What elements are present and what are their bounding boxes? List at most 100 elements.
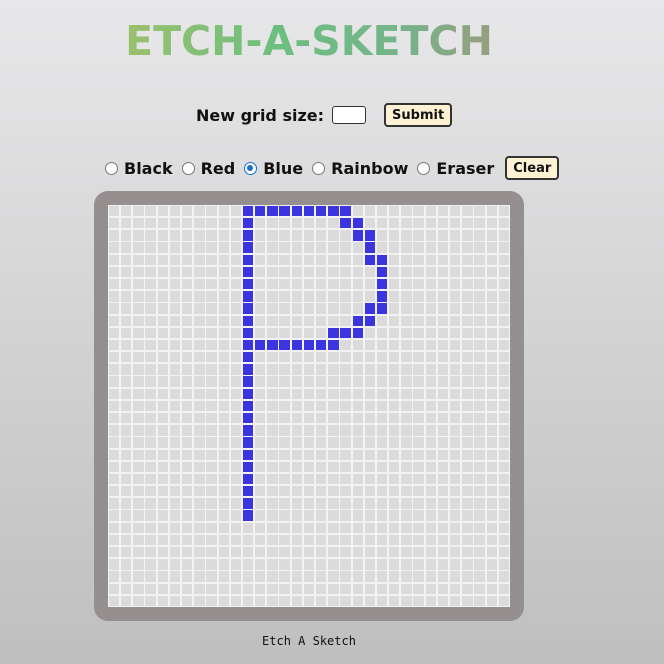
grid-cell[interactable] [352, 534, 363, 546]
grid-cell[interactable] [376, 278, 388, 290]
grid-cell[interactable] [437, 534, 449, 546]
grid-cell[interactable] [389, 461, 400, 473]
grid-cell[interactable] [486, 205, 497, 217]
grid-cell[interactable] [449, 571, 461, 582]
grid-cell[interactable] [218, 376, 229, 387]
grid-cell[interactable] [364, 364, 376, 375]
grid-cell[interactable] [255, 218, 266, 229]
grid-cell[interactable] [486, 546, 497, 558]
grid-cell[interactable] [328, 315, 339, 326]
grid-cell[interactable] [413, 242, 424, 253]
grid-cell[interactable] [279, 242, 290, 253]
grid-cell[interactable] [230, 486, 242, 497]
grid-cell[interactable] [352, 278, 363, 290]
grid-cell[interactable] [279, 291, 290, 302]
grid-cell[interactable] [169, 437, 181, 448]
grid-cell[interactable] [413, 400, 424, 412]
grid-cell[interactable] [255, 352, 266, 363]
grid-cell[interactable] [169, 510, 181, 521]
grid-cell[interactable] [498, 315, 510, 326]
grid-cell[interactable] [462, 315, 473, 326]
grid-cell[interactable] [340, 425, 351, 436]
grid-cell[interactable] [303, 388, 315, 399]
grid-cell[interactable] [133, 315, 144, 326]
grid-cell[interactable] [437, 278, 449, 290]
grid-cell[interactable] [108, 352, 120, 363]
grid-cell[interactable] [303, 205, 315, 217]
grid-cell[interactable] [157, 352, 168, 363]
grid-cell[interactable] [315, 498, 327, 509]
grid-cell[interactable] [242, 595, 254, 607]
grid-cell[interactable] [242, 266, 254, 278]
grid-cell[interactable] [291, 278, 302, 290]
grid-cell[interactable] [133, 400, 144, 412]
grid-cell[interactable] [291, 473, 302, 485]
grid-cell[interactable] [449, 352, 461, 363]
grid-cell[interactable] [181, 486, 193, 497]
grid-cell[interactable] [157, 449, 168, 460]
grid-cell[interactable] [194, 583, 205, 594]
grid-cell[interactable] [328, 352, 339, 363]
grid-cell[interactable] [376, 230, 388, 241]
grid-cell[interactable] [279, 595, 290, 607]
grid-cell[interactable] [474, 412, 485, 424]
grid-cell[interactable] [328, 559, 339, 570]
grid-cell[interactable] [498, 473, 510, 485]
grid-cell[interactable] [315, 315, 327, 326]
grid-cell[interactable] [486, 266, 497, 278]
grid-cell[interactable] [425, 437, 436, 448]
grid-cell[interactable] [340, 412, 351, 424]
radio-eraser[interactable] [417, 161, 431, 175]
grid-cell[interactable] [352, 486, 363, 497]
grid-cell[interactable] [291, 522, 302, 533]
grid-cell[interactable] [133, 254, 144, 265]
grid-cell[interactable] [181, 559, 193, 570]
grid-cell[interactable] [437, 230, 449, 241]
grid-cell[interactable] [401, 266, 412, 278]
grid-cell[interactable] [242, 278, 254, 290]
grid-cell[interactable] [462, 412, 473, 424]
grid-cell[interactable] [267, 242, 278, 253]
grid-cell[interactable] [498, 510, 510, 521]
grid-cell[interactable] [376, 486, 388, 497]
grid-cell[interactable] [425, 376, 436, 387]
grid-cell[interactable] [255, 364, 266, 375]
grid-cell[interactable] [181, 278, 193, 290]
grid-cell[interactable] [315, 230, 327, 241]
grid-cell[interactable] [486, 278, 497, 290]
grid-cell[interactable] [194, 461, 205, 473]
grid-cell[interactable] [498, 595, 510, 607]
grid-cell[interactable] [230, 278, 242, 290]
grid-cell[interactable] [437, 498, 449, 509]
grid-cell[interactable] [340, 473, 351, 485]
grid-cell[interactable] [145, 205, 156, 217]
grid-cell[interactable] [181, 376, 193, 387]
grid-cell[interactable] [315, 461, 327, 473]
grid-cell[interactable] [364, 291, 376, 302]
grid-cell[interactable] [145, 291, 156, 302]
grid-cell[interactable] [352, 327, 363, 339]
grid-cell[interactable] [145, 534, 156, 546]
grid-cell[interactable] [364, 315, 376, 326]
grid-cell[interactable] [291, 437, 302, 448]
grid-cell[interactable] [340, 278, 351, 290]
grid-cell[interactable] [291, 303, 302, 314]
grid-cell[interactable] [328, 218, 339, 229]
grid-cell[interactable] [181, 364, 193, 375]
grid-cell[interactable] [449, 242, 461, 253]
grid-cell[interactable] [449, 303, 461, 314]
grid-cell[interactable] [267, 230, 278, 241]
grid-cell[interactable] [267, 461, 278, 473]
grid-cell[interactable] [364, 473, 376, 485]
grid-cell[interactable] [206, 559, 217, 570]
grid-cell[interactable] [462, 327, 473, 339]
grid-cell[interactable] [145, 400, 156, 412]
grid-cell[interactable] [340, 595, 351, 607]
grid-cell[interactable] [230, 327, 242, 339]
grid-cell[interactable] [449, 339, 461, 351]
grid-cell[interactable] [389, 278, 400, 290]
grid-cell[interactable] [291, 339, 302, 351]
grid-cell[interactable] [315, 449, 327, 460]
grid-cell[interactable] [352, 559, 363, 570]
grid-cell[interactable] [218, 522, 229, 533]
